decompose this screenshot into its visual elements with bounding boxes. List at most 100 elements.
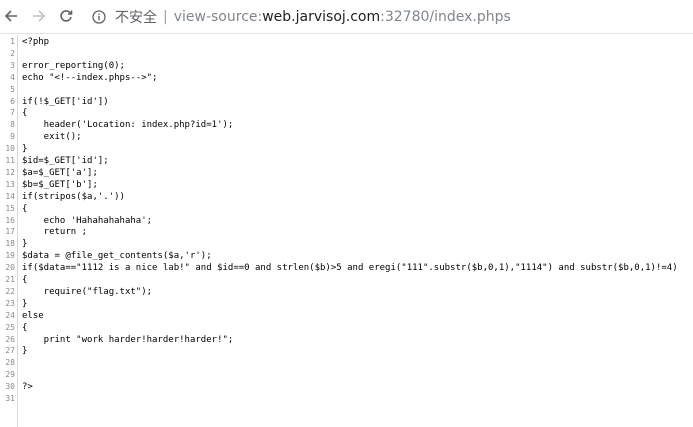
line-number: 8	[10, 120, 15, 130]
line-number: 3	[10, 60, 15, 70]
source-line: 19 $data = @file_get_contents($a,'r');	[0, 251, 693, 261]
address-bar[interactable]: 不安全 | view-source: web.jarvisoj.com :327…	[88, 4, 693, 30]
source-line: 22 require("flag.txt");	[0, 287, 693, 297]
source-line: 1 <?php	[0, 37, 693, 47]
line-code: print "work harder!harder!harder!";	[22, 334, 234, 345]
line-code: if(stripos($a,'.'))	[22, 191, 125, 202]
line-code: if(!$_GET['id'])	[22, 96, 109, 107]
source-line: 2	[0, 49, 693, 59]
source-line: 20 if($data=="1112 is a nice lab!" and $i…	[0, 263, 693, 273]
source-line: 6 if(!$_GET['id'])	[0, 97, 693, 107]
line-number: 2	[10, 48, 15, 58]
browser-toolbar: 不安全 | view-source: web.jarvisoj.com :327…	[0, 0, 693, 34]
url-prefix: view-source:	[173, 9, 263, 25]
url-host: web.jarvisoj.com	[262, 9, 381, 25]
source-line: 28	[0, 358, 693, 368]
source-line: 14 if(stripos($a,'.'))	[0, 192, 693, 202]
forward-button[interactable]	[28, 6, 50, 28]
source-line: 10}	[0, 144, 693, 154]
reload-button[interactable]	[55, 6, 77, 28]
line-code: }	[22, 144, 28, 155]
line-code: if($data=="1112 is a nice lab!" and $id=…	[22, 263, 678, 274]
source-line: 15 {	[0, 204, 693, 214]
source-line: 26 print "work harder!harder!harder!";	[0, 335, 693, 345]
line-number: 20	[5, 263, 15, 273]
source-line: 27}	[0, 346, 693, 356]
line-number: 1	[10, 37, 15, 46]
line-number: 23	[5, 298, 15, 308]
security-label[interactable]: 不安全	[115, 7, 157, 27]
line-number: 28	[5, 358, 15, 368]
line-code: error_reporting(0);	[22, 60, 125, 71]
line-code: ?>	[22, 382, 33, 393]
line-code: }	[22, 346, 28, 357]
line-number: 7	[10, 108, 15, 118]
arrow-right-icon	[32, 8, 46, 27]
source-line: 18}	[0, 239, 693, 249]
line-number: 21	[5, 275, 15, 284]
line-code: header('Location: index.php?id=1');	[22, 120, 234, 131]
line-number: 25	[5, 322, 15, 332]
line-number: 6	[10, 96, 15, 106]
line-code: else	[22, 310, 44, 321]
line-number: 15	[5, 203, 15, 213]
source-line: 9 exit();	[0, 132, 693, 142]
line-code: $a=$_GET['a'];	[22, 167, 98, 178]
source-line: 5	[0, 85, 693, 95]
source-line: 21 {	[0, 275, 693, 285]
source-line: 29	[0, 370, 693, 380]
line-number: 31	[5, 394, 15, 403]
line-number: 17	[5, 227, 15, 237]
source-line: 4 echo "<!--index.phps-->";	[0, 73, 693, 83]
line-number: 13	[5, 179, 15, 189]
source-line: 16 echo 'Hahahahahaha';	[0, 216, 693, 226]
line-code: {	[22, 203, 28, 214]
source-view: 1 <?php 2 3 error_reporting(0); 4 echo "<!--in…	[0, 35, 693, 427]
line-code: $id=$_GET['id'];	[22, 156, 109, 166]
source-line: 13 $b=$_GET['b'];	[0, 180, 693, 190]
line-code: {	[22, 108, 28, 119]
line-code: {	[22, 322, 28, 333]
line-number: 9	[10, 132, 15, 142]
source-line: 24 else	[0, 311, 693, 321]
source-line: 7{	[0, 108, 693, 118]
line-number: 12	[5, 167, 15, 177]
info-icon[interactable]	[91, 9, 107, 25]
back-button[interactable]	[0, 6, 22, 28]
line-number: 30	[5, 382, 15, 392]
source-line: 25 {	[0, 323, 693, 333]
source-line: 17 return ;	[0, 227, 693, 237]
line-code: exit();	[22, 132, 82, 143]
arrow-left-icon	[4, 8, 18, 27]
line-number: 18	[5, 239, 15, 249]
line-code: }	[22, 239, 28, 250]
line-code: $b=$_GET['b'];	[22, 179, 98, 190]
line-number: 4	[10, 72, 15, 82]
line-code: {	[22, 275, 28, 285]
line-number: 22	[5, 286, 15, 296]
line-code: echo "<!--index.phps-->";	[22, 72, 158, 83]
url-path: :32780/index.phps	[380, 9, 511, 25]
line-number: 26	[5, 334, 15, 344]
line-code: return ;	[22, 227, 88, 238]
line-code: echo 'Hahahahahaha';	[22, 215, 153, 226]
line-code: $data = @file_get_contents($a,'r');	[22, 251, 212, 262]
line-code: require("flag.txt");	[22, 286, 153, 297]
line-number: 10	[5, 144, 15, 154]
source-line: 31	[0, 394, 693, 404]
line-number: 24	[5, 310, 15, 320]
source-line: 23}	[0, 299, 693, 309]
source-line: 11 $id=$_GET['id'];	[0, 156, 693, 166]
separator: |	[163, 9, 168, 25]
source-line: 3 error_reporting(0);	[0, 61, 693, 71]
line-number: 14	[5, 191, 15, 201]
line-number: 27	[5, 346, 15, 356]
line-code: }	[22, 298, 28, 309]
line-number: 29	[5, 370, 15, 380]
line-number: 16	[5, 215, 15, 225]
line-number: 5	[10, 84, 15, 94]
source-line: 8 header('Location: index.php?id=1');	[0, 120, 693, 130]
reload-icon	[59, 8, 73, 27]
line-code: <?php	[22, 37, 50, 47]
source-line: 30 ?>	[0, 382, 693, 392]
